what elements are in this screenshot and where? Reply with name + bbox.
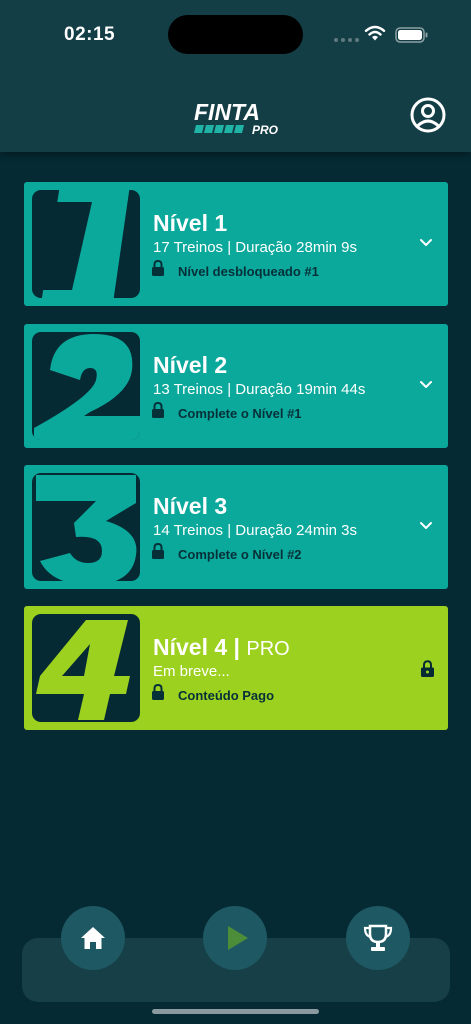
level-title: Nível 1: [153, 210, 228, 236]
logo-sub: PRO: [252, 123, 279, 136]
battery-icon: [395, 27, 428, 43]
level-status: Conteúdo Pago: [178, 688, 275, 703]
logo-text: FINTA: [194, 99, 260, 125]
cellular-signal-icon: [334, 38, 359, 42]
level-subtitle: 13 Treinos | Duração 19min 44s: [153, 381, 366, 398]
level-status: Complete o Nível #2: [178, 547, 302, 562]
number-4-graphic: [36, 620, 130, 720]
lock-icon: [152, 401, 164, 418]
level-status: Complete o Nível #1: [178, 406, 302, 421]
level-number-badge: [32, 473, 140, 581]
number-1-graphic: [40, 190, 130, 298]
chevron-down-icon[interactable]: [419, 380, 433, 390]
lock-icon: [152, 259, 164, 276]
home-icon: [81, 927, 105, 949]
level-subtitle: 14 Treinos | Duração 24min 3s: [153, 522, 358, 539]
level-card-3[interactable]: Nível 3 14 Treinos | Duração 24min 3s Co…: [24, 465, 448, 589]
home-indicator[interactable]: [152, 1009, 319, 1014]
nav-home-button[interactable]: [61, 906, 125, 970]
user-profile-icon: [410, 97, 446, 133]
status-time: 02:15: [64, 24, 116, 45]
nav-play-button[interactable]: [203, 906, 267, 970]
level-number-badge: [32, 190, 140, 298]
play-icon: [228, 926, 248, 950]
chevron-down-icon[interactable]: [419, 238, 433, 248]
title-separator: |: [233, 634, 240, 660]
number-2-graphic: [34, 334, 140, 440]
wifi-icon: [364, 25, 386, 41]
level-title: Nível 3: [153, 493, 228, 519]
level-card-2[interactable]: Nível 2 13 Treinos | Duração 19min 44s C…: [24, 324, 448, 448]
app-header: 02:15 FINTA PRO: [0, 0, 471, 152]
lock-icon: [152, 683, 164, 700]
level-status: Nível desbloqueado #1: [178, 264, 319, 279]
level-card-1[interactable]: Nível 1 17 Treinos | Duração 28min 9s Ní…: [24, 182, 448, 306]
finta-pro-logo: FINTA PRO: [194, 99, 279, 136]
level-card-4-pro[interactable]: Nível 4 | PRO Em breve... Conteúdo Pago: [24, 606, 448, 730]
lock-icon: [152, 542, 164, 559]
dynamic-island: [168, 15, 303, 54]
profile-button[interactable]: [408, 95, 448, 135]
trophy-icon: [363, 924, 393, 951]
level-title: Nível 2: [153, 352, 228, 378]
pro-lock-icon: [421, 660, 434, 677]
level-number-badge: [32, 332, 140, 440]
level-number-badge: [32, 614, 140, 722]
level-title: Nível 4 | PRO: [153, 634, 290, 661]
nav-trophy-button[interactable]: [346, 906, 410, 970]
chevron-down-icon[interactable]: [419, 521, 433, 531]
level-title-text: Nível 4: [153, 634, 228, 660]
level-subtitle: 17 Treinos | Duração 28min 9s: [153, 239, 358, 256]
number-3-graphic: [36, 475, 137, 581]
pro-tag: PRO: [246, 638, 290, 660]
level-subtitle: Em breve...: [153, 663, 230, 680]
